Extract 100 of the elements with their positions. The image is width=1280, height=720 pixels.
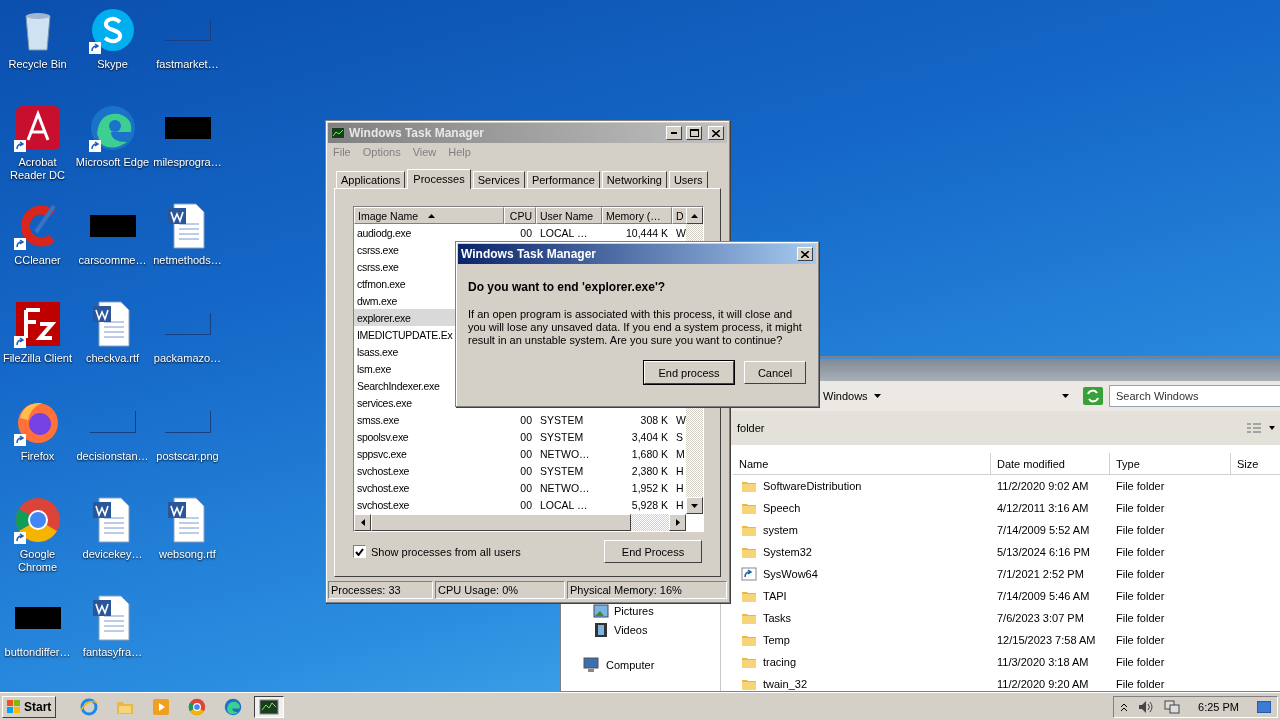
memory-cell-text: 5,928 K <box>630 498 669 511</box>
process-name: smss.exe <box>356 413 400 426</box>
cpu-cell-text: 00 <box>519 447 533 460</box>
taskbar-app-button[interactable] <box>254 695 285 718</box>
desktop-icon-label[interactable]: buttondiffer… <box>4 646 71 659</box>
desktop-icon-label[interactable]: devicekey… <box>82 548 143 561</box>
tab[interactable]: Performance <box>526 171 600 188</box>
cpu-cell-text: 00 <box>519 464 533 477</box>
desktop-icon-label[interactable]: CCleaner <box>14 254 61 267</box>
desktop-icon-label[interactable]: Google Chrome <box>0 548 75 574</box>
file-name[interactable]: Temp <box>763 634 790 646</box>
tab[interactable]: Networking <box>601 171 667 188</box>
folder-shortcut-icon <box>741 567 757 581</box>
close-button[interactable] <box>797 247 813 261</box>
show-all-users-checkbox[interactable]: Show processes from all users <box>353 545 521 558</box>
process-row[interactable]: svchost.exe 00 LOCAL … 5,928 K H <box>354 496 686 513</box>
view-options-icon[interactable] <box>1245 422 1275 434</box>
desktop-icon-label[interactable]: netmethods… <box>153 254 222 267</box>
desktop-icon-label[interactable]: Recycle Bin <box>8 58 67 71</box>
breadcrumb-item[interactable]: Windows <box>823 390 868 402</box>
cpu-cell-text: 00 <box>519 498 533 511</box>
desktop-icon-label[interactable]: packamazo… <box>153 352 222 365</box>
folder-icon <box>741 545 757 559</box>
refresh-icon[interactable] <box>1083 387 1103 405</box>
desktop-icon-label[interactable]: milesprogra… <box>153 156 222 169</box>
maximize-icon <box>689 129 699 137</box>
horizontal-scrollbar[interactable] <box>354 514 686 531</box>
column-header[interactable]: Date modified <box>991 453 1110 475</box>
desktop-icon-label[interactable]: FileZilla Client <box>2 352 73 365</box>
nav-item[interactable]: Pictures <box>614 605 654 617</box>
tab[interactable]: Applications <box>336 171 406 188</box>
desktop-icon-label[interactable]: postscar.png <box>156 450 219 463</box>
desktop-icon-label[interactable]: Skype <box>97 58 128 71</box>
desktop-icon-label[interactable]: websong.rtf <box>159 548 216 561</box>
file-name[interactable]: System32 <box>763 546 812 558</box>
desktop-icon-label[interactable]: fantasyfra… <box>82 646 143 659</box>
file-name[interactable]: SoftwareDistribution <box>763 480 862 492</box>
file-name[interactable]: twain_32 <box>763 678 808 690</box>
desktop-icon-label[interactable]: fastmarket… <box>156 58 219 71</box>
chevron-up-icon[interactable] <box>1120 701 1129 712</box>
process-row[interactable]: svchost.exe 00 SYSTEM 2,380 K H <box>354 462 686 479</box>
nav-item[interactable]: Videos <box>614 624 648 636</box>
file-name[interactable]: Tasks <box>763 612 792 624</box>
end-process-button[interactable]: End Process <box>604 540 702 563</box>
desktop-icon-label[interactable]: Firefox <box>20 450 55 463</box>
column-header[interactable]: User Name <box>536 207 602 224</box>
desktop-icon-label[interactable]: Microsoft Edge <box>75 156 150 169</box>
column-header[interactable]: Size <box>1231 453 1280 475</box>
process-row[interactable]: smss.exe 00 SYSTEM 308 K W <box>354 411 686 428</box>
blank-file-icon <box>164 19 211 41</box>
process-row[interactable]: sppsvc.exe 00 NETWO… 1,680 K M <box>354 445 686 462</box>
close-button[interactable] <box>708 126 724 140</box>
cpu-cell-text: 00 <box>519 413 533 426</box>
date-cell-text: 4/12/2011 3:16 AM <box>996 502 1090 514</box>
desktop-icon-label[interactable]: decisionstan… <box>76 450 149 463</box>
file-name[interactable]: SysWow64 <box>763 568 818 580</box>
desktop-icon-label[interactable]: Acrobat Reader DC <box>0 156 75 182</box>
blank-file-icon <box>89 411 136 433</box>
file-name[interactable]: TAPI <box>763 590 787 602</box>
desktop-icon-label[interactable]: checkva.rtf <box>85 352 140 365</box>
minimize-button[interactable] <box>666 126 682 140</box>
process-name: services.exe <box>356 396 413 409</box>
network-icon[interactable] <box>1164 699 1181 714</box>
media-player-icon <box>152 697 171 716</box>
column-header[interactable]: Memory (… <box>602 207 672 224</box>
confirm-button[interactable]: End process <box>644 361 734 384</box>
process-row[interactable]: spoolsv.exe 00 SYSTEM 3,404 K S <box>354 428 686 445</box>
start-button[interactable]: Start <box>2 695 57 718</box>
memory-cell-text: 1,952 K <box>630 481 669 494</box>
user-cell-text: SYSTEM <box>539 430 585 443</box>
column-header[interactable]: Name <box>733 453 991 475</box>
file-name[interactable]: tracing <box>763 656 797 668</box>
process-row[interactable]: svchost.exe 00 NETWO… 1,952 K H <box>354 479 686 496</box>
show-desktop-icon[interactable] <box>1257 700 1271 713</box>
user-cell-text: NETWO… <box>539 447 591 460</box>
file-name[interactable]: system <box>763 524 798 536</box>
date-cell-text: 7/1/2021 2:52 PM <box>996 568 1085 580</box>
column-header[interactable]: Image Name <box>354 207 504 224</box>
tab[interactable]: Services <box>472 171 525 188</box>
date-cell-text: 11/2/2020 9:20 AM <box>996 678 1090 690</box>
process-row[interactable]: audiodg.exe 00 LOCAL … 10,444 K W <box>354 224 686 241</box>
search-field[interactable]: Search Windows <box>1109 385 1280 407</box>
file-name[interactable]: Speech <box>763 502 801 514</box>
folder-icon <box>741 611 757 625</box>
type-cell-text: File folder <box>1115 612 1166 624</box>
folder-icon <box>741 655 757 669</box>
new-folder-button[interactable]: folder <box>737 422 765 434</box>
column-header[interactable]: CPU <box>504 207 536 224</box>
scroll-left-icon <box>360 519 365 526</box>
column-header[interactable]: Type <box>1110 453 1231 475</box>
folder-icon <box>741 633 757 647</box>
speaker-icon[interactable] <box>1138 699 1155 714</box>
maximize-button[interactable] <box>686 126 702 140</box>
nav-item[interactable]: Computer <box>606 659 655 671</box>
tab[interactable]: Users <box>668 171 708 188</box>
tab[interactable]: Processes <box>407 169 471 189</box>
blank-file-icon <box>164 313 211 335</box>
date-cell-text: 11/2/2020 9:02 AM <box>996 480 1090 492</box>
cancel-button[interactable]: Cancel <box>744 361 806 384</box>
desktop-icon-label[interactable]: carscomme… <box>78 254 147 267</box>
